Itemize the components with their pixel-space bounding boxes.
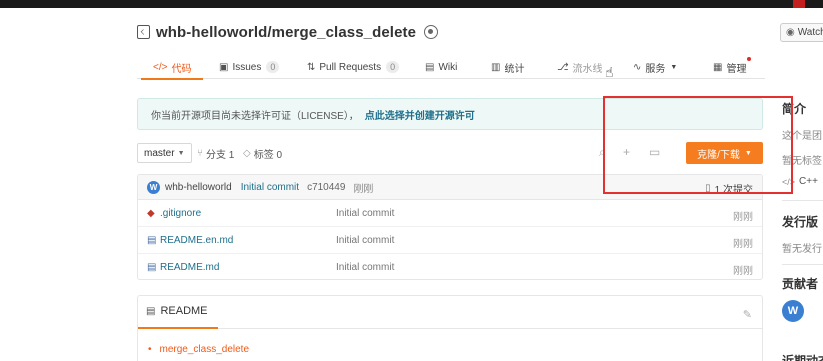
file-name[interactable]: .gitignore [160,208,201,219]
document-icon: ▤ [146,305,156,317]
no-release-text: 暂无发行 [782,244,822,255]
commit-hash[interactable]: c710449 [307,182,345,193]
watch-button[interactable]: ◉ Watch [780,23,823,42]
tab-label: 管理 [726,63,747,75]
tab-stats[interactable]: ▥ 统计 [491,56,524,78]
chevron-down-icon: ▼ [670,63,678,71]
notification-dot [747,57,752,61]
tag-icon: ◇ [243,148,251,159]
file-time: 刚刚 [733,239,753,250]
markdown-file-icon: ▤ [147,235,157,246]
file-row[interactable]: ◆ .gitignore Initial commit 刚刚 [138,200,762,227]
tab-label: Wiki [438,61,458,73]
repo-header: whb-helloworld/merge_class_delete [137,22,439,42]
tab-count: 0 [386,61,400,73]
branch-name: master [144,147,175,159]
repo-status-icon[interactable] [424,25,439,39]
tab-wiki[interactable]: ▤ Wiki [425,56,457,78]
tab-pipeline[interactable]: ⎇ 流水线 [557,56,603,78]
pull-request-icon: ⇅ [307,61,316,73]
contributors-title: 贡献者 [782,277,819,291]
readme-tab[interactable]: ▤ README [146,305,208,317]
file-commit-message[interactable]: Initial commit [336,235,394,246]
issue-icon: ▣ [219,61,229,73]
divider [782,264,823,265]
file-commit-message[interactable]: Initial commit [336,208,394,219]
wiki-icon: ▤ [425,61,435,73]
code-icon: </> [153,61,168,73]
commit-message[interactable]: Initial commit [241,182,299,193]
tag-count-link[interactable]: ◇ 标签 0 [243,146,282,161]
tab-manage[interactable]: ▦ 管理 [713,56,752,78]
git-file-icon: ◆ [147,208,155,219]
tag-count: 标签 0 [253,150,283,161]
readme-panel: ▤ README ✎ • merge_class_delete [137,295,763,361]
watch-label: Watch [797,27,823,38]
readme-tab-label: README [160,305,208,317]
branch-count: 分支 1 [206,150,235,161]
tab-label: 代码 [171,63,192,75]
tab-label: 统计 [504,63,525,75]
tab-issues[interactable]: ▣ Issues 0 [219,56,280,78]
file-time: 刚刚 [733,212,753,223]
file-time: 刚刚 [733,266,753,277]
readme-tab-indicator [138,327,218,329]
service-icon: ∿ [633,61,642,73]
readme-header: ▤ README ✎ [138,296,762,329]
file-row[interactable]: ▤ README.en.md Initial commit 刚刚 [138,227,762,254]
file-name[interactable]: README.en.md [160,235,233,246]
top-nav-bar [0,0,823,8]
tab-services[interactable]: ∿ 服务 ▼ [633,56,677,78]
eye-icon: ◉ [786,27,795,38]
repo-tabs: </> 代码 ▣ Issues 0 ⇅ Pull Requests 0 ▤ Wi… [137,52,765,80]
annotation-highlight-box [603,96,793,194]
manage-icon: ▦ [713,61,723,73]
tab-count: 0 [266,61,280,73]
tab-pull-requests[interactable]: ⇅ Pull Requests 0 [307,56,400,78]
branch-count-link[interactable]: ⑂ 分支 1 [197,146,234,161]
pipeline-icon: ⎇ [557,61,569,73]
commit-time: 刚刚 [353,183,374,195]
edit-icon[interactable]: ✎ [743,308,752,321]
notification-marker [793,0,805,8]
tab-label: 流水线 [572,63,603,75]
avatar[interactable]: W [147,180,160,194]
branch-icon: ⑂ [197,148,203,159]
commit-author[interactable]: whb-helloworld [165,182,232,193]
license-text: 你当前开源项目尚未选择许可证（LICENSE）， [151,110,359,122]
repo-title[interactable]: whb-helloworld/merge_class_delete [156,24,416,41]
tab-label: 服务 [645,63,666,75]
bullet-icon: • [148,344,152,355]
mouse-cursor-icon: ☝ [605,64,614,80]
language-name: C++ [799,176,818,187]
tab-label: Pull Requests [319,61,382,73]
readme-content: • merge_class_delete [148,344,249,355]
repo-code-icon [137,25,150,39]
stats-icon: ▥ [491,61,501,73]
markdown-file-icon: ▤ [147,262,157,273]
file-commit-message[interactable]: Initial commit [336,262,394,273]
chevron-down-icon: ▼ [177,149,185,157]
recent-activity-title: 近期动态 [782,354,823,361]
branch-select[interactable]: master ▼ [137,143,192,163]
release-title: 发行版 [782,215,819,229]
divider [782,200,823,201]
create-license-link[interactable]: 点此选择并创建开源许可 [365,107,475,122]
avatar[interactable]: W [782,300,804,322]
file-name[interactable]: README.md [160,262,219,273]
readme-heading-link[interactable]: merge_class_delete [160,344,250,355]
tab-code[interactable]: </> 代码 [140,56,205,80]
tab-label: Issues [232,61,262,73]
file-row[interactable]: ▤ README.md Initial commit 刚刚 [138,254,762,279]
